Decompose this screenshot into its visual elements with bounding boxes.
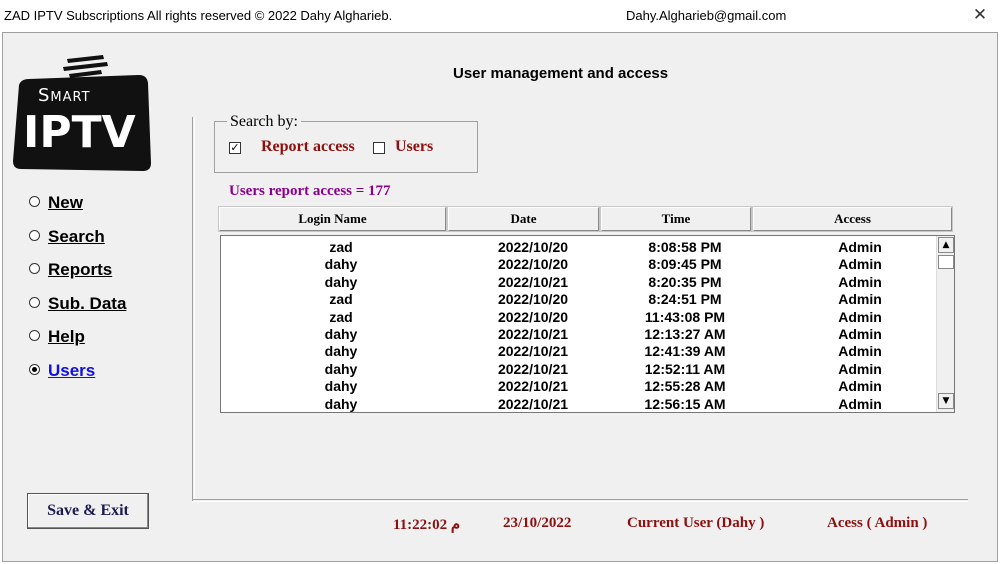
main-window: Smart IPTV User management and access Ne… (2, 32, 998, 562)
cell-date: 2022/10/21 (497, 378, 569, 395)
cell-date: 2022/10/20 (497, 256, 569, 273)
cell-date: 2022/10/20 (497, 239, 569, 255)
search-by-legend: Search by: (227, 113, 301, 131)
cell-time: 12:55:28 AM (644, 378, 726, 395)
nav-label[interactable]: Search (48, 227, 105, 247)
cell-login: zad (329, 291, 353, 308)
vertical-divider (192, 117, 195, 501)
nav-label[interactable]: Reports (48, 260, 112, 280)
cell-login: dahy (324, 343, 358, 360)
cell-time: 8:20:35 PM (648, 273, 722, 290)
nav-radio[interactable] (29, 230, 40, 241)
cell-date: 2022/10/21 (497, 343, 569, 360)
status-access: Acess ( Admin ) (827, 515, 928, 531)
cell-time: 8:08:58 PM (648, 239, 722, 255)
logo-line2: IPTV (23, 107, 136, 158)
horizontal-divider (192, 499, 968, 502)
scroll-thumb[interactable] (938, 255, 954, 269)
cell-access: Admin (838, 343, 882, 360)
cell-time: 12:56:15 AM (644, 395, 726, 412)
users-checkbox[interactable] (373, 142, 385, 154)
cell-login: dahy (324, 256, 358, 273)
vertical-scrollbar[interactable]: ▲ ▼ (936, 236, 954, 412)
close-icon[interactable]: ✕ (968, 3, 992, 27)
cell-login: zad (329, 239, 353, 255)
nav-radio[interactable] (29, 297, 40, 308)
cell-login: dahy (324, 360, 358, 377)
report-count: Users report access = 177 (229, 183, 391, 199)
logo-line1: Smart (38, 85, 91, 106)
title-email: Dahy.Algharieb@gmail.com (626, 8, 787, 23)
cell-login: dahy (324, 378, 358, 395)
status-current-user: Current User (Dahy ) (627, 515, 765, 531)
cell-access: Admin (838, 308, 882, 325)
cell-time: 12:41:39 AM (644, 343, 726, 360)
cell-date: 2022/10/21 (497, 273, 569, 290)
cell-time: 11:43:08 PM (644, 308, 726, 325)
nav-label[interactable]: New (48, 193, 83, 213)
column-header-date[interactable]: Date (448, 207, 599, 231)
scroll-down-icon[interactable]: ▼ (938, 393, 954, 409)
nav-label[interactable]: Help (48, 327, 85, 347)
column-header-login-name[interactable]: Login Name (219, 207, 446, 231)
search-by-group: Search by: ✓ Report access Users (214, 113, 478, 173)
cell-login: zad (329, 308, 353, 325)
cell-access: Admin (838, 273, 882, 290)
cell-date: 2022/10/21 (497, 395, 569, 412)
status-time: 11:22:02 م (393, 517, 461, 533)
cell-access: Admin (838, 395, 882, 412)
cell-date: 2022/10/21 (497, 360, 569, 377)
cell-date: 2022/10/20 (497, 308, 569, 325)
report-access-checkbox[interactable]: ✓ (229, 142, 241, 154)
cell-access: Admin (838, 291, 882, 308)
cell-date: 2022/10/20 (497, 291, 569, 308)
nav-label[interactable]: Sub. Data (48, 294, 126, 314)
status-date: 23/10/2022 (503, 515, 572, 531)
page-title: User management and access (453, 65, 669, 82)
nav-label[interactable]: Users (48, 361, 95, 381)
cell-access: Admin (838, 326, 882, 342)
scroll-up-icon[interactable]: ▲ (938, 237, 954, 253)
cell-login: dahy (324, 273, 358, 290)
nav-radio[interactable] (29, 330, 40, 341)
cell-access: Admin (838, 378, 882, 395)
cell-login: dahy (324, 395, 358, 412)
cell-access: Admin (838, 256, 882, 273)
title-bar: ZAD IPTV Subscriptions All rights reserv… (0, 0, 1000, 32)
cell-access: Admin (838, 239, 882, 255)
column-header-time[interactable]: Time (601, 207, 751, 231)
nav-radio[interactable] (29, 196, 40, 207)
access-report-list[interactable]: zad 2022/10/20 8:08:58 PM Admin dahy 202… (220, 235, 955, 413)
title-text: ZAD IPTV Subscriptions All rights reserv… (4, 8, 393, 23)
nav-radio-selected[interactable] (29, 364, 40, 375)
cell-time: 8:09:45 PM (648, 256, 722, 273)
report-access-label[interactable]: Report access (261, 138, 355, 156)
cell-date: 2022/10/21 (497, 326, 569, 342)
tv-antenna-logo: Smart IPTV (13, 55, 151, 171)
cell-login: dahy (324, 326, 358, 342)
users-checkbox-label[interactable]: Users (395, 138, 433, 156)
save-exit-button[interactable]: Save & Exit (27, 493, 149, 529)
cell-time: 12:52:11 AM (644, 360, 726, 377)
cell-time: 12:13:27 AM (644, 326, 726, 342)
cell-time: 8:24:51 PM (648, 291, 722, 308)
column-header-access[interactable]: Access (753, 207, 952, 231)
nav-radio[interactable] (29, 263, 40, 274)
cell-access: Admin (838, 360, 882, 377)
